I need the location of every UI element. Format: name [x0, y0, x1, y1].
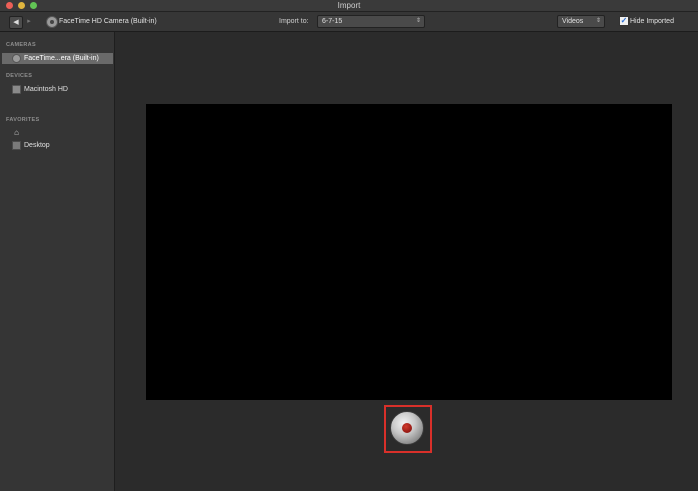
sidebar-item-facetime-camera[interactable]: FaceTime...era (Built-in)	[2, 53, 113, 64]
hide-imported-label[interactable]: Hide Imported	[630, 15, 674, 28]
toolbar: ◀ ▸ FaceTime HD Camera (Built-in) Import…	[0, 12, 698, 32]
hard-drive-icon	[12, 85, 21, 94]
sidebar-item-macintosh-hd[interactable]: Macintosh HD	[2, 84, 113, 95]
media-type-select[interactable]: Videos ⇕	[557, 15, 605, 28]
back-button[interactable]: ◀	[9, 16, 23, 29]
sidebar: CAMERAS FaceTime...era (Built-in) DEVICE…	[0, 32, 115, 491]
desktop-icon	[12, 141, 21, 150]
event-select[interactable]: 6-7-15 ⇕	[317, 15, 425, 28]
sidebar-item-label: Macintosh HD	[24, 86, 68, 93]
camera-name-label: FaceTime HD Camera (Built-in)	[59, 18, 157, 25]
hide-imported-checkbox[interactable]: ✓	[619, 16, 629, 26]
event-select-value: 6-7-15	[322, 18, 343, 25]
sidebar-section-devices: DEVICES	[6, 73, 33, 79]
home-icon: ⌂	[14, 128, 19, 137]
sidebar-section-cameras: CAMERAS	[6, 42, 36, 48]
media-type-value: Videos	[562, 18, 584, 25]
window-title: Import	[337, 1, 361, 10]
import-to-label: Import to:	[279, 18, 309, 25]
camera-icon	[46, 16, 58, 28]
record-icon	[402, 423, 412, 433]
sidebar-item-label: FaceTime...era (Built-in)	[24, 55, 99, 62]
forward-button[interactable]: ▸	[24, 16, 34, 27]
title-bar: Import	[0, 0, 698, 12]
sidebar-section-favorites: FAVORITES	[6, 117, 40, 123]
sidebar-item-home[interactable]: ⌂	[2, 127, 113, 138]
select-arrows-icon: ⇕	[595, 18, 601, 24]
select-arrows-icon: ⇕	[415, 18, 421, 24]
camera-icon	[12, 54, 21, 63]
sidebar-item-desktop[interactable]: Desktop	[2, 140, 113, 151]
camera-preview	[146, 104, 672, 400]
sidebar-item-label: Desktop	[24, 142, 50, 149]
